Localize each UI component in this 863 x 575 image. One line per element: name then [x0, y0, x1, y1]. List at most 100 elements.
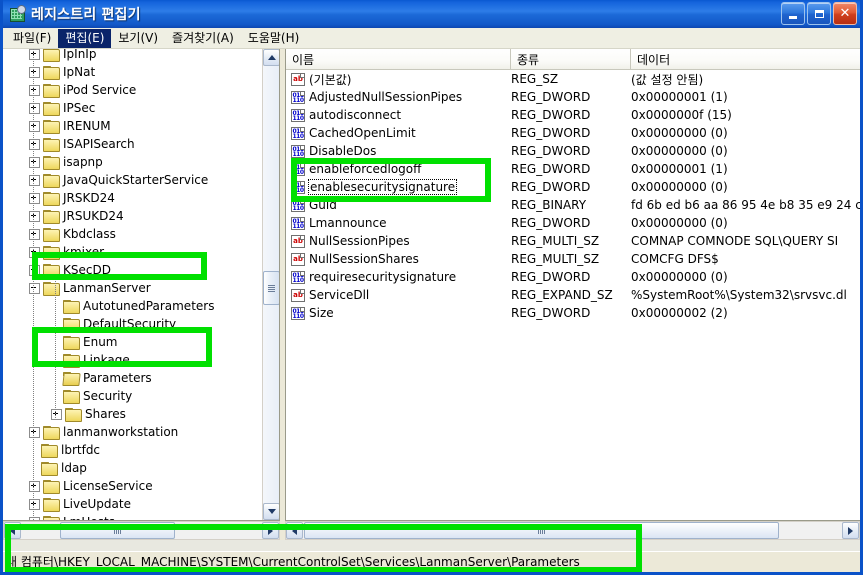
tree-item[interactable]: Shares [3, 405, 261, 423]
expand-icon[interactable] [29, 426, 40, 438]
tree-item[interactable]: Security [3, 387, 261, 405]
minimize-button[interactable] [781, 2, 805, 25]
tree-item[interactable]: LiveUpdate [3, 495, 261, 513]
tree-scroll-down-button[interactable] [263, 503, 279, 520]
tree-item[interactable]: lbrtfdc [3, 441, 261, 459]
expand-icon[interactable] [29, 174, 40, 186]
tree-item[interactable]: Enum [3, 333, 261, 351]
tree-item-label: kmixer [63, 245, 105, 259]
table-row[interactable]: 011 110 DisableDos REG_DWORD 0x00000000 (0) [286, 142, 860, 160]
tree-item[interactable]: IPSec [3, 99, 261, 117]
table-row[interactable]: 011 110 enableforcedlogoff REG_DWORD 0x00000… [286, 160, 860, 178]
expand-icon[interactable] [29, 498, 40, 510]
table-row[interactable]: 011 110 enablesecuritysignature REG_DWORD 0x… [286, 178, 860, 196]
value-data-cell: 0x0000000f (15) [631, 108, 732, 122]
close-button[interactable]: ✕ [833, 2, 857, 25]
tree-item[interactable]: kmixer [3, 243, 261, 261]
tree-item[interactable]: isapnp [3, 153, 261, 171]
table-row[interactable]: 011 110 CachedOpenLimit REG_DWORD 0x00000000… [286, 124, 860, 142]
expand-icon[interactable] [29, 156, 40, 168]
tree-scroll-up-button[interactable] [263, 49, 279, 66]
tree-item[interactable]: DefaultSecurity [3, 315, 261, 333]
value-name-cell: 011 110 Guid [286, 198, 511, 212]
value-name: ServiceDll [309, 288, 370, 302]
window-title: 레지스트리 편집기 [31, 7, 141, 23]
tree-item[interactable]: Kbdclass [3, 225, 261, 243]
expand-icon[interactable] [29, 516, 40, 520]
tree-hscroll-left-button[interactable] [4, 522, 21, 539]
values-hscroll-right-button[interactable] [842, 522, 859, 539]
expand-icon[interactable] [29, 138, 40, 150]
expand-icon[interactable] [29, 246, 40, 258]
table-row[interactable]: 011 110 autodisconnect REG_DWORD 0x0000000f … [286, 106, 860, 124]
table-row[interactable]: 011 110 Size REG_DWORD 0x00000002 (2) [286, 304, 860, 322]
menu-item-3[interactable]: 즐겨찾기(A) [165, 29, 241, 48]
expand-icon[interactable] [29, 264, 40, 276]
tree-item[interactable]: IpInIp [3, 49, 261, 63]
tree-item[interactable]: iPod Service [3, 81, 261, 99]
tree-item-label: Security [83, 389, 133, 403]
tree-vertical-scrollbar[interactable] [262, 49, 279, 520]
expand-icon[interactable] [29, 120, 40, 132]
menu-item-2[interactable]: 보기(V) [111, 29, 165, 48]
folder-icon [43, 479, 60, 494]
expand-icon[interactable] [29, 480, 40, 492]
tree-horizontal-scrollbar[interactable] [3, 521, 280, 540]
tree-item[interactable]: ISAPISearch [3, 135, 261, 153]
table-row[interactable]: ab ServiceDll REG_EXPAND_SZ %SystemRoot%\Sy… [286, 286, 860, 304]
menu-item-0[interactable]: 파일(F) [6, 29, 58, 48]
value-type-cell: REG_DWORD [511, 90, 591, 104]
tree-item-label: LiveUpdate [63, 497, 131, 511]
tree-item[interactable]: ldap [3, 459, 261, 477]
tree-item[interactable]: IRENUM [3, 117, 261, 135]
tree-scrollbar-thumb[interactable] [263, 271, 279, 305]
table-row[interactable]: ab NullSessionShares REG_MULTI_SZ COMCFG DF… [286, 250, 860, 268]
tree-item[interactable]: JRSUKD24 [3, 207, 261, 225]
tree-item[interactable]: Linkage [3, 351, 261, 369]
menu-item-1[interactable]: 편집(E) [58, 28, 112, 48]
tree-item[interactable]: LanmanServer [3, 279, 261, 297]
table-row[interactable]: 011 110 requiresecuritysignature REG_DWORD 0… [286, 268, 860, 286]
value-type-cell: REG_DWORD [511, 180, 591, 194]
expand-icon[interactable] [29, 210, 40, 222]
expand-icon[interactable] [51, 408, 62, 420]
tree-item-label: Parameters [83, 371, 152, 385]
tree-item[interactable]: KSecDD [3, 261, 261, 279]
tree-item[interactable]: LmHosts [3, 513, 261, 520]
tree-item[interactable]: AutotunedParameters [3, 297, 261, 315]
value-name-cell: 011 110 AdjustedNullSessionPipes [286, 90, 511, 104]
expand-icon[interactable] [29, 228, 40, 240]
menu-item-4[interactable]: 도움말(H) [241, 29, 307, 48]
value-name: Size [309, 306, 334, 320]
column-header-data[interactable]: 데이터 [631, 49, 860, 69]
column-header-name[interactable]: 이름 [286, 49, 511, 69]
tree-hscrollbar-thumb[interactable] [60, 522, 175, 539]
tree-item[interactable]: JavaQuickStarterService [3, 171, 261, 189]
values-list: ab (기본값) REG_SZ (값 설정 안됨) 011 110 AdjustedNull… [286, 70, 860, 322]
tree-item[interactable]: IpNat [3, 63, 261, 81]
expand-icon[interactable] [29, 66, 40, 78]
expand-icon[interactable] [29, 102, 40, 114]
tree-item[interactable]: JRSKD24 [3, 189, 261, 207]
tree-item[interactable]: lanmanworkstation [3, 423, 261, 441]
table-row[interactable]: 011 110 Lmannounce REG_DWORD 0x00000000 (0) [286, 214, 860, 232]
table-row[interactable]: ab (기본값) REG_SZ (값 설정 안됨) [286, 70, 860, 88]
maximize-button[interactable] [807, 2, 831, 25]
values-hscroll-left-button[interactable] [286, 522, 303, 539]
tree-hscroll-right-button[interactable] [262, 522, 279, 539]
registry-tree-pane: IpInIp IpNat iPod Service IPSec IRENUM ISAPIS… [3, 49, 280, 521]
tree-item[interactable]: Parameters [3, 369, 261, 387]
tree-item-label: KSecDD [63, 263, 111, 277]
tree-item[interactable]: LicenseService [3, 477, 261, 495]
table-row[interactable]: ab NullSessionPipes REG_MULTI_SZ COMNAP COM… [286, 232, 860, 250]
expand-icon[interactable] [29, 49, 40, 60]
column-header-type[interactable]: 종류 [511, 49, 631, 69]
table-row[interactable]: 011 110 AdjustedNullSessionPipes REG_DWORD 0… [286, 88, 860, 106]
values-horizontal-scrollbar[interactable] [285, 521, 860, 540]
expand-icon[interactable] [29, 84, 40, 96]
table-row[interactable]: 011 110 Guid REG_BINARY fd 6b ed b6 aa 86 95… [286, 196, 860, 214]
dword-value-icon: 011 110 [291, 126, 305, 140]
expand-icon[interactable] [29, 192, 40, 204]
values-hscrollbar-thumb[interactable] [304, 522, 779, 539]
collapse-icon[interactable] [29, 282, 40, 294]
